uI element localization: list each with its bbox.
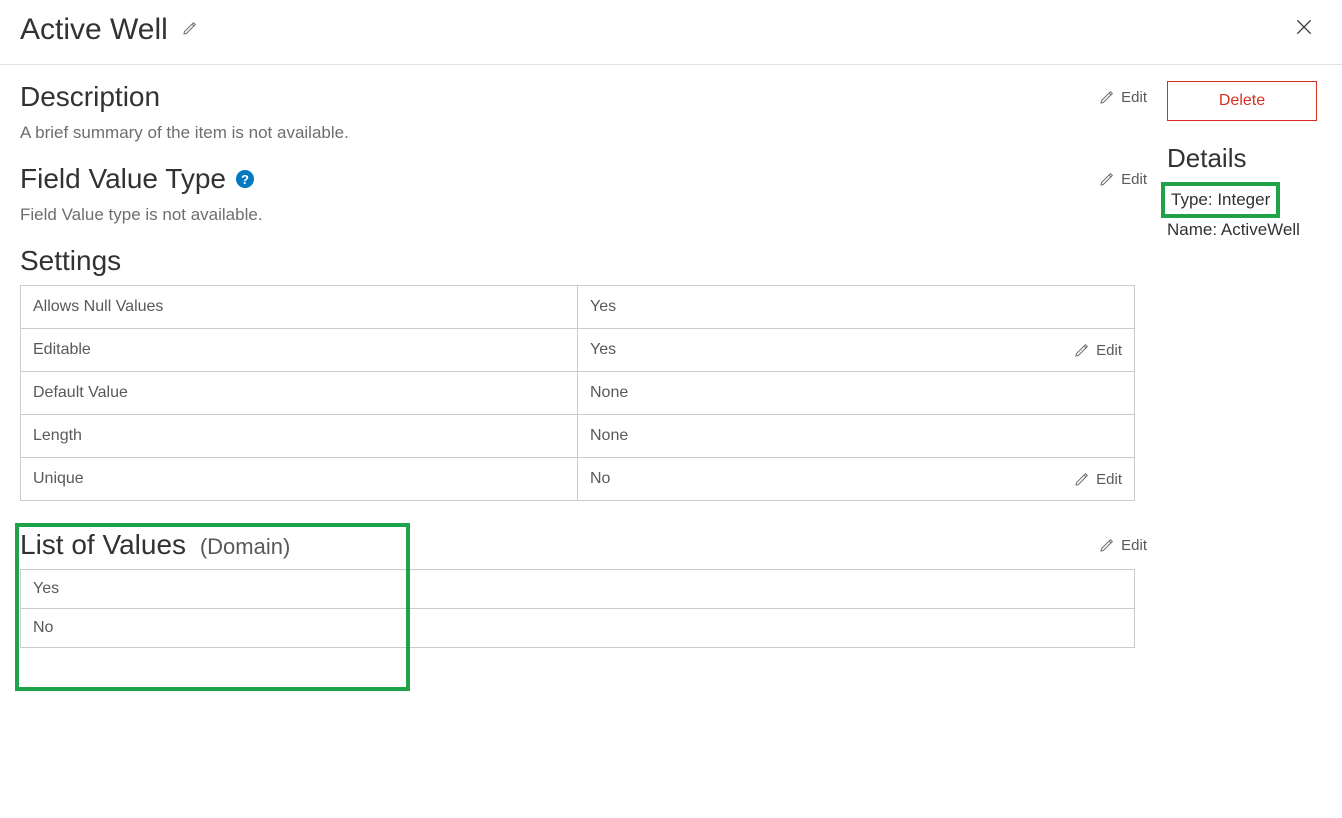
edit-title-icon[interactable] <box>182 20 198 41</box>
settings-label: Unique <box>21 458 578 501</box>
pencil-icon <box>1074 342 1090 358</box>
list-item-value: Yes <box>21 570 1135 609</box>
settings-row: Length None <box>21 415 1135 458</box>
edit-label: Edit <box>1121 89 1147 106</box>
edit-setting-button[interactable]: Edit <box>1074 342 1122 359</box>
highlight-box-type: Type: Integer <box>1161 182 1280 218</box>
detail-type: Type: Integer <box>1171 190 1270 209</box>
description-text: A brief summary of the item is not avail… <box>20 123 1147 143</box>
description-heading: Description <box>20 81 160 113</box>
settings-value: Yes <box>590 341 616 359</box>
edit-setting-button[interactable]: Edit <box>1074 471 1122 488</box>
list-of-values-heading: List of Values (Domain) <box>20 529 290 561</box>
settings-label: Length <box>21 415 578 458</box>
details-sidebar: Delete Details Type: Integer Name: Activ… <box>1167 81 1322 663</box>
list-of-values-table: YesNo <box>20 569 1135 648</box>
settings-heading: Settings <box>20 245 121 277</box>
list-of-values-section: List of Values (Domain) Edit YesNo <box>20 529 1147 663</box>
settings-section: Settings Allows Null ValuesYesEditableYe… <box>20 245 1147 501</box>
delete-label: Delete <box>1219 92 1265 110</box>
dialog-header: Active Well <box>0 0 1342 65</box>
horizontal-scrollbar[interactable] <box>20 648 1135 663</box>
details-heading: Details <box>1167 143 1322 174</box>
settings-value: None <box>590 427 628 445</box>
help-icon[interactable]: ? <box>236 170 254 188</box>
list-item: Yes <box>21 570 1135 609</box>
lov-subheading-text: (Domain) <box>200 534 290 559</box>
edit-description-button[interactable]: Edit <box>1099 89 1147 106</box>
edit-field-value-type-button[interactable]: Edit <box>1099 171 1147 188</box>
settings-value-cell: None <box>578 415 1135 458</box>
list-item: No <box>21 609 1135 648</box>
settings-value: No <box>590 470 610 488</box>
pencil-icon <box>1099 89 1115 105</box>
settings-value: None <box>590 384 628 402</box>
settings-label: Default Value <box>21 372 578 415</box>
settings-value-cell: No Edit <box>578 458 1135 501</box>
pencil-icon <box>1074 471 1090 487</box>
dialog-title: Active Well <box>20 13 168 47</box>
lov-heading-text: List of Values <box>20 529 186 560</box>
settings-row: Unique No Edit <box>21 458 1135 501</box>
settings-row: Default Value None <box>21 372 1135 415</box>
description-section: Description Edit A brief summary of the … <box>20 81 1147 143</box>
close-button[interactable] <box>1286 12 1322 48</box>
settings-label: Allows Null Values <box>21 286 578 329</box>
settings-label: Editable <box>21 329 578 372</box>
delete-button[interactable]: Delete <box>1167 81 1317 121</box>
edit-label: Edit <box>1121 537 1147 554</box>
settings-value-cell: None <box>578 372 1135 415</box>
settings-table: Allows Null Values Yes Editable Yes Edit Defa… <box>20 285 1135 501</box>
field-value-type-section: Field Value Type ? Edit Field Value type… <box>20 163 1147 225</box>
field-value-type-heading: Field Value Type <box>20 163 226 195</box>
pencil-icon <box>1099 171 1115 187</box>
list-item-value: No <box>21 609 1135 648</box>
edit-list-of-values-button[interactable]: Edit <box>1099 537 1147 554</box>
settings-value-cell: Yes Edit <box>578 329 1135 372</box>
edit-label: Edit <box>1121 171 1147 188</box>
settings-value: Yes <box>590 298 616 316</box>
pencil-icon <box>1099 537 1115 553</box>
settings-row: Editable Yes Edit <box>21 329 1135 372</box>
detail-name: Name: ActiveWell <box>1167 220 1322 240</box>
settings-row: Allows Null Values Yes <box>21 286 1135 329</box>
settings-value-cell: Yes <box>578 286 1135 329</box>
field-value-type-text: Field Value type is not available. <box>20 205 1147 225</box>
